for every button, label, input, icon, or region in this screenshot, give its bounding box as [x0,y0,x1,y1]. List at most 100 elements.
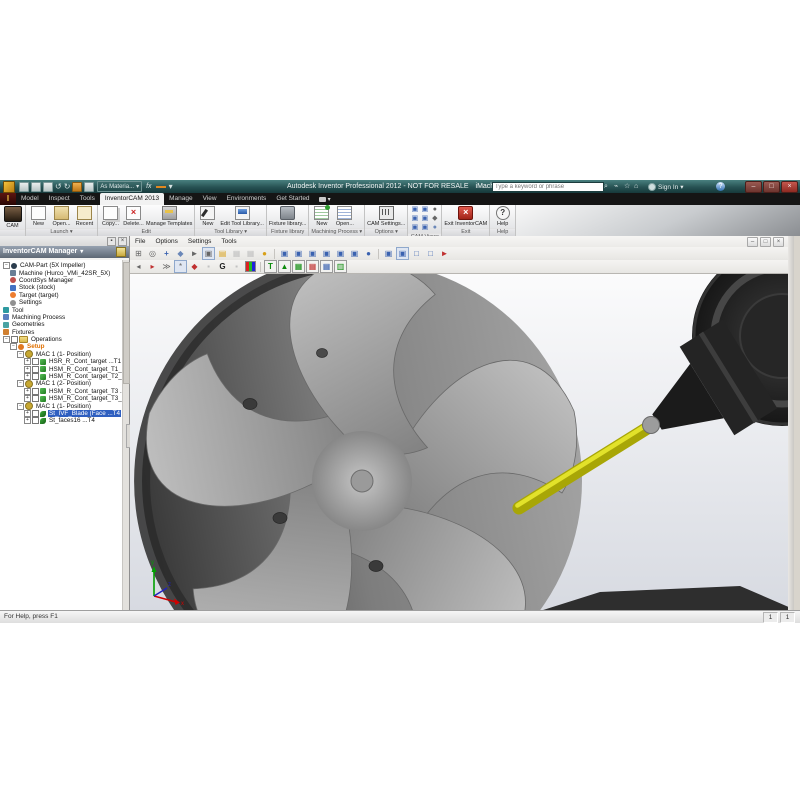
qat-save-icon[interactable] [43,182,53,192]
tree-row-op[interactable]: + HSM_R_Cont_target_T2_1 ...T2 [0,373,123,380]
tool-library-new-button[interactable]: New [197,206,218,227]
cam-view-icon[interactable]: ◆ [430,215,439,223]
simulation-mode-icon[interactable]: ▣ [292,247,305,260]
tab-environments[interactable]: Environments [222,193,272,205]
tab-inspect[interactable]: Inspect [44,193,75,205]
tree-row-mac1a[interactable]: − MAC 1 (1- Position) [0,351,123,358]
menu-options[interactable]: Options [150,238,182,245]
new-part-button[interactable]: New [28,206,49,227]
tree-row-coordsys[interactable]: CoordSys Manager [0,277,123,284]
fast-forward-icon[interactable]: ≫ [160,260,173,273]
expand-icon[interactable]: + [24,417,31,424]
launch-group-label[interactable]: Launch ▾ [26,228,97,236]
checkbox[interactable] [32,388,39,395]
options-group-label[interactable]: Options ▾ [365,228,407,236]
tab-inventorcam[interactable]: InventorCAM 2013 [100,193,164,205]
open-part-button[interactable]: Open... [51,206,72,227]
tree-row-op[interactable]: + St_faces16 ...T4 [0,417,123,424]
tree-row-operations[interactable]: − Operations [0,336,123,343]
tab-get-started[interactable]: Get Started [271,193,314,205]
doc-close-button[interactable]: × [773,237,784,247]
manage-templates-button[interactable]: Manage Templates [146,206,192,227]
tree-row-mac1b[interactable]: − MAC 1 (2- Position) [0,380,123,387]
collapse-icon[interactable]: − [3,262,10,269]
help-icon[interactable]: ? [716,182,725,191]
expand-icon[interactable]: + [24,366,31,373]
checkbox[interactable] [11,336,18,343]
collapse-icon[interactable]: − [3,336,10,343]
zoom-icon[interactable]: ◎ [146,247,159,260]
tree-row-op-selected[interactable]: + St_IVF_Blade (Face ...T4 [0,410,123,417]
chevron-down-icon[interactable]: ▾ [169,183,173,191]
select-icon[interactable]: ► [188,247,201,260]
cam-view-icon[interactable]: ▣ [410,215,419,223]
tree-row-tool[interactable]: Tool [0,306,123,313]
panel-pin-icon[interactable]: ▪ [107,237,116,246]
search-icon[interactable]: ⌕ [604,182,608,191]
fixture-library-button[interactable]: Fixture library... [269,206,307,227]
show-tool-icon[interactable]: T [264,260,277,273]
menu-settings[interactable]: Settings [183,238,217,245]
paste-view-icon[interactable]: ▦ [244,247,257,260]
simulation-mode-icon[interactable]: ▣ [306,247,319,260]
simulation-mode-icon[interactable]: ▣ [348,247,361,260]
expand-icon[interactable]: + [24,410,31,417]
gcode-icon[interactable]: G [216,260,229,273]
menu-tools[interactable]: Tools [216,238,241,245]
tree-row-fixtures[interactable]: Fixtures [0,329,123,336]
machine-view-icon[interactable]: ▣ [382,247,395,260]
cam-view-icon[interactable]: ▣ [420,206,429,214]
tool-library-group-label[interactable]: Tool Library ▾ [195,228,266,236]
tree-row-settings[interactable]: Settings [0,299,123,306]
target-view-icon[interactable]: □ [424,247,437,260]
scrollbar-thumb[interactable] [123,262,130,384]
qat-update-icon[interactable] [84,182,94,192]
collapse-icon[interactable]: − [10,343,17,350]
collapse-icon[interactable]: − [17,403,24,410]
checkbox[interactable] [32,410,39,417]
world-view-icon[interactable]: ● [362,247,375,260]
tree-row-stock[interactable]: Stock (stock) [0,284,123,291]
edit-tool-library-button[interactable]: Edit Tool Library... [220,206,264,227]
copy-view-icon[interactable]: ▦ [230,247,243,260]
checkbox[interactable] [32,358,39,365]
measure-icon[interactable]: ▤ [216,247,229,260]
cam-view-icon[interactable]: ▣ [410,224,419,232]
ribbon-help-button[interactable]: ? Help [492,206,513,227]
material-dropdown[interactable]: As Materia... ▾ [97,181,142,192]
qat-new-icon[interactable] [19,182,29,192]
collapse-icon[interactable]: − [17,351,24,358]
expand-icon[interactable]: + [24,358,31,365]
tree-row-cam-part[interactable]: − CAM-Part (5X Impeller) [0,262,123,269]
simulation-mode-icon[interactable]: ▣ [334,247,347,260]
fx-parameters-button[interactable]: fx [146,183,151,190]
compare-display-icon[interactable]: ▥ [334,260,347,273]
application-menu-button[interactable]: I [0,193,16,205]
tool-path-icon[interactable]: ◆ [188,260,201,273]
color-bars-icon[interactable] [245,261,256,272]
search-input[interactable] [492,182,604,192]
panel-header-icon[interactable] [116,247,126,257]
cam-view-icon[interactable]: ● [430,206,439,214]
stock-view-icon[interactable]: □ [410,247,423,260]
redo-icon[interactable]: ↻ [64,183,71,191]
checkbox[interactable] [32,373,39,380]
stock-display-icon[interactable]: ▦ [292,260,305,273]
close-button[interactable]: × [781,181,798,193]
exit-inventorcam-button[interactable]: × Exit InventorCAM [444,206,487,227]
tree-row-target[interactable]: Target (target) [0,292,123,299]
tree-row-op[interactable]: + HSM_R_Cont_target_T3 ...T3 [0,388,123,395]
light-icon[interactable]: ● [258,247,271,260]
pan-icon[interactable]: + [160,247,173,260]
cam-view-icon[interactable]: ▣ [420,224,429,232]
qat-open-icon[interactable] [31,182,41,192]
machining-process-open-button[interactable]: Open... [334,206,355,227]
cam-button[interactable]: CAM [2,206,23,229]
impeller-model[interactable] [130,274,582,611]
checkbox[interactable] [32,366,39,373]
fixture-display-icon[interactable]: ▦ [320,260,333,273]
simulation-settings-icon[interactable]: * [174,260,187,273]
tree-row-mac1c[interactable]: − MAC 1 (1- Position) [0,402,123,409]
machining-process-new-button[interactable]: New [311,206,332,227]
tree-row-op[interactable]: + HSM_R_Cont_target_T3_1 ...T3 [0,395,123,402]
